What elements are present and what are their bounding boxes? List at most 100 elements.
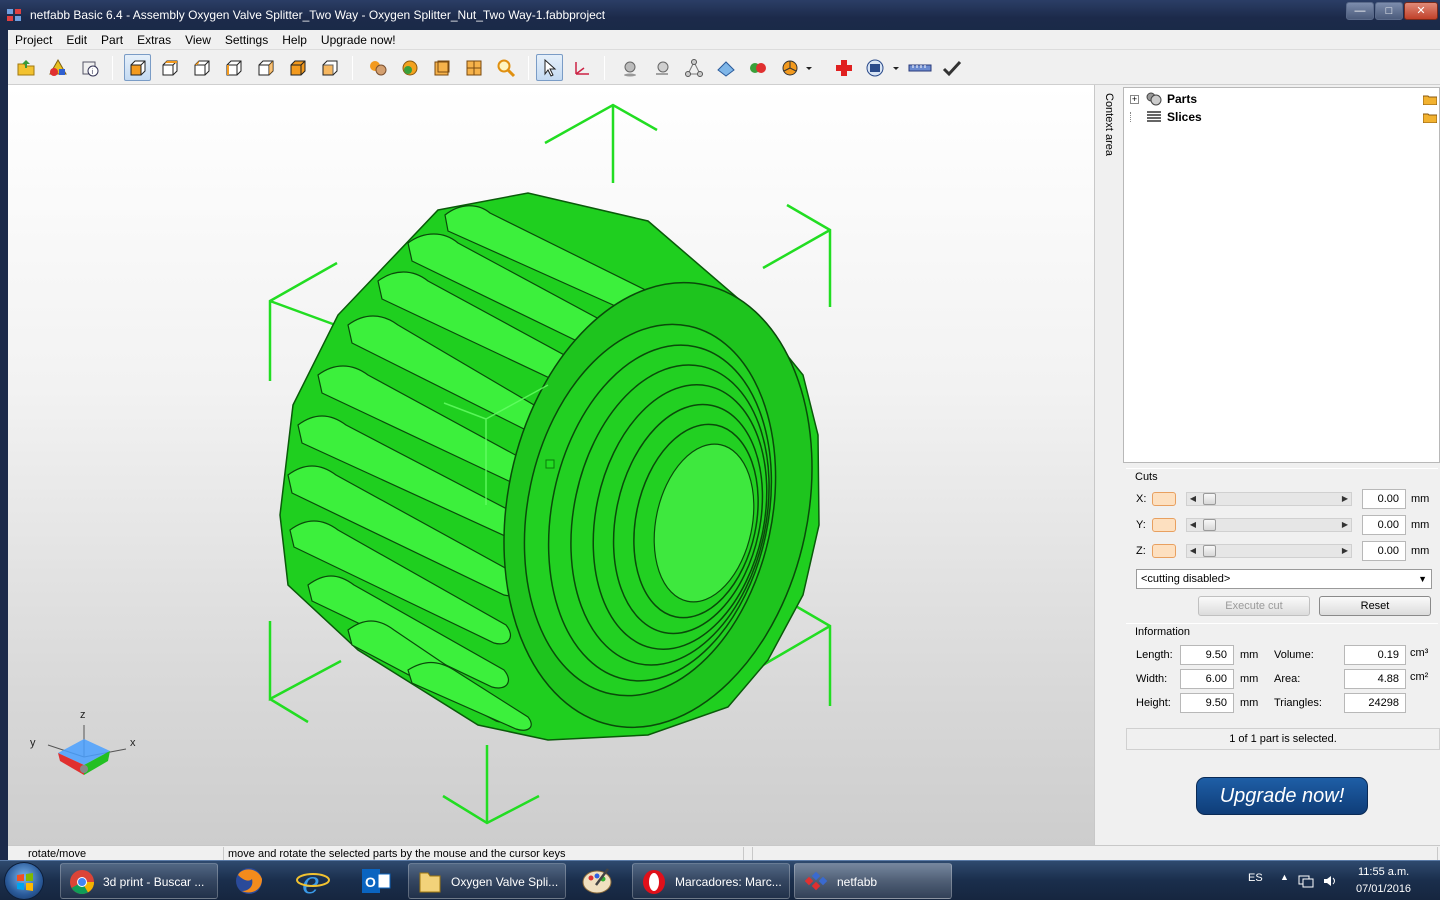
task-folder[interactable]: Oxygen Valve Spli... [408,863,566,899]
add-part-icon[interactable] [44,54,71,81]
zoom-icon[interactable] [492,54,519,81]
network-icon[interactable] [1298,873,1314,889]
axis-label-z: z [80,709,86,721]
tree-item-parts[interactable]: + Parts [1130,90,1197,108]
cut-y-value[interactable]: 0.00 [1362,515,1406,535]
point-icon[interactable] [616,54,643,81]
view-back-icon[interactable] [188,54,215,81]
3d-viewport[interactable]: z x y [8,85,1094,845]
start-button[interactable] [4,862,44,900]
status-progress [752,847,1438,861]
paint-icon[interactable] [572,863,622,899]
task-opera[interactable]: Marcadores: Marc... [632,863,790,899]
show-hidden-icons-icon[interactable]: ▲ [1280,872,1289,882]
cut-z-toggle[interactable] [1152,544,1176,558]
slider-right-arrow-icon[interactable]: ▶ [1339,518,1351,532]
axis-move-icon[interactable] [568,54,595,81]
menu-view[interactable]: View [178,33,218,47]
slider-left-arrow-icon[interactable]: ◀ [1187,518,1199,532]
slider-thumb[interactable] [1203,545,1216,557]
slider-right-arrow-icon[interactable]: ▶ [1339,544,1351,558]
color-spheres-icon[interactable] [744,54,771,81]
upgrade-now-button[interactable]: Upgrade now! [1196,777,1368,815]
menu-upgrade-now[interactable]: Upgrade now! [314,33,403,47]
slider-left-arrow-icon[interactable]: ◀ [1187,492,1199,506]
menu-project[interactable]: Project [8,33,59,47]
view-front-icon[interactable] [156,54,183,81]
task-netfabb[interactable]: netfabb [794,863,952,899]
disk-icon[interactable] [862,54,902,81]
clock-time[interactable]: 11:55 a.m. [1358,866,1409,878]
repair-cross-icon[interactable] [830,54,857,81]
cut-x-value[interactable]: 0.00 [1362,489,1406,509]
select-pointer-icon[interactable] [536,54,563,81]
context-area-label: Context area [1103,93,1115,156]
cut-y-slider[interactable]: ◀ ▶ [1186,518,1352,532]
folder-icon[interactable] [1423,112,1437,123]
task-chrome[interactable]: 3d print - Buscar ... [60,863,218,899]
minimize-button[interactable]: — [1346,2,1374,20]
menu-settings[interactable]: Settings [218,33,275,47]
close-button[interactable]: ✕ [1404,2,1438,20]
wireframe-box-icon[interactable] [428,54,455,81]
title-bar: netfabb Basic 6.4 - Assembly Oxygen Valv… [0,0,1440,30]
menu-help[interactable]: Help [275,33,314,47]
cutting-mode-select[interactable]: <cutting disabled> ▼ [1136,569,1432,589]
outlook-icon[interactable]: O [350,863,400,899]
nut-part[interactable] [279,192,852,756]
context-area-tab[interactable]: Context area [1100,85,1122,845]
sphere-shadow-icon[interactable] [648,54,675,81]
open-project-icon[interactable] [12,54,39,81]
chrome-icon [70,870,94,895]
ie-icon[interactable]: e [288,863,338,900]
pie-icon[interactable] [776,54,816,81]
plane-icon[interactable] [712,54,739,81]
ruler-icon[interactable] [906,54,933,81]
cut-z-value[interactable]: 0.00 [1362,541,1406,561]
right-panel: + Parts Slices Cuts X: ◀ ▶ 0.00 mm Y: ◀ … [1122,85,1440,845]
view-left-icon[interactable] [220,54,247,81]
information-title: Information [1135,626,1191,638]
chevron-down-icon[interactable]: ▼ [1418,570,1427,588]
slider-thumb[interactable] [1203,519,1216,531]
expand-icon[interactable]: + [1130,94,1139,104]
menu-edit[interactable]: Edit [59,33,94,47]
mesh-box-icon[interactable] [460,54,487,81]
triangle-nodes-icon[interactable] [680,54,707,81]
volume-value: 0.19 [1344,645,1406,665]
clock-date[interactable]: 07/01/2016 [1356,883,1411,895]
view-default-icon[interactable] [124,54,151,81]
cut-z-slider[interactable]: ◀ ▶ [1186,544,1352,558]
menu-part[interactable]: Part [94,33,130,47]
svg-text:e: e [302,866,320,899]
cut-x-slider[interactable]: ◀ ▶ [1186,492,1352,506]
language-indicator[interactable]: ES [1248,872,1263,884]
checkmark-icon[interactable] [938,54,965,81]
execute-cut-button[interactable]: Execute cut [1198,596,1310,616]
view-top-icon[interactable] [284,54,311,81]
slices-icon [1147,111,1161,122]
reset-button[interactable]: Reset [1319,596,1431,616]
firefox-icon[interactable] [224,863,274,899]
shaded-spheres-icon[interactable] [364,54,391,81]
axis-label-x: x [130,737,136,749]
sphere-icon[interactable] [396,54,423,81]
view-bottom-icon[interactable] [316,54,343,81]
tree-item-slices[interactable]: Slices [1130,108,1202,126]
axis-label-y: y [30,737,36,749]
maximize-button[interactable]: □ [1375,2,1403,20]
length-label: Length: [1136,649,1173,661]
width-unit: mm [1240,673,1259,685]
menu-extras[interactable]: Extras [130,33,178,47]
cut-x-toggle[interactable] [1152,492,1176,506]
slider-right-arrow-icon[interactable]: ▶ [1339,492,1351,506]
slider-left-arrow-icon[interactable]: ◀ [1187,544,1199,558]
part-info-icon[interactable]: i [76,54,103,81]
slider-thumb[interactable] [1203,493,1216,505]
viewport-canvas[interactable]: z x y [8,85,1094,845]
volume-icon[interactable] [1322,873,1338,889]
window-title: netfabb Basic 6.4 - Assembly Oxygen Valv… [30,8,606,22]
cut-y-toggle[interactable] [1152,518,1176,532]
folder-icon[interactable] [1423,94,1437,105]
view-right-icon[interactable] [252,54,279,81]
